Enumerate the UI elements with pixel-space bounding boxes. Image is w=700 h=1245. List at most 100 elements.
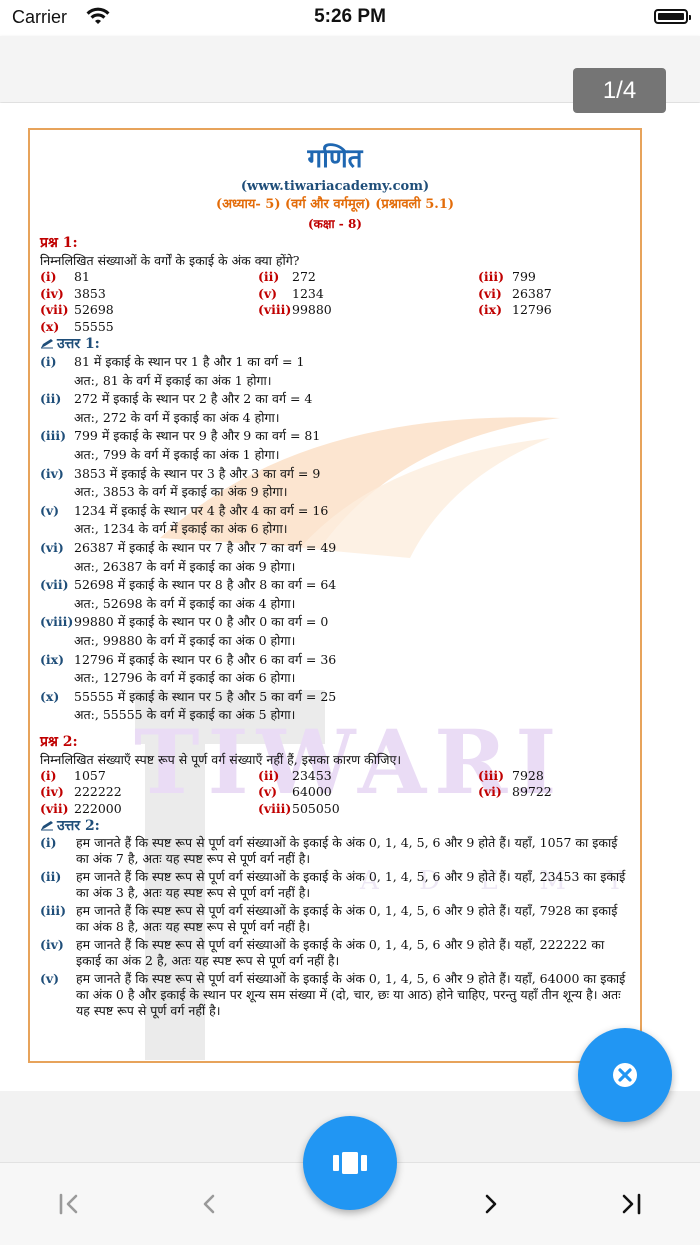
answer-label: (x) [40, 688, 60, 704]
option-label: (ix) [478, 302, 503, 317]
answer-label: (ix) [40, 651, 65, 667]
answer-line: 99880 में इकाई के स्थान पर 0 है और 0 का … [74, 614, 329, 630]
answer-item: (v) 1234 में इकाई के स्थान पर 4 है और 4 क… [40, 502, 630, 539]
option: (vi) 26387 [478, 286, 628, 303]
option: (v) 1234 [258, 286, 478, 303]
answer-line: अत:, 55555 के वर्ग में इकाई का अंक 5 होग… [74, 707, 296, 723]
option-value: 7928 [512, 767, 544, 783]
option: (iv) 222222 [40, 784, 258, 801]
answer-item: (ii) 272 में इकाई के स्थान पर 2 है और 2 क… [40, 390, 630, 427]
answer-2-list: (i) हम जानते हैं कि स्पष्ट रूप से पूर्ण व… [40, 835, 630, 1019]
pdf-page[interactable]: TIWARI A D E M Y गणित (www.tiwariacademy… [0, 103, 700, 1091]
answer-text: हम जानते हैं कि स्पष्ट रूप से पूर्ण वर्ग… [76, 971, 626, 1019]
pages-view-icon [333, 1152, 367, 1174]
next-page-button[interactable] [470, 1186, 510, 1222]
option: (i) 1057 [40, 768, 258, 785]
option-label: (i) [40, 269, 57, 284]
answer-2-heading: उत्तर 2: [40, 817, 630, 835]
option-label: (vii) [40, 302, 69, 317]
option-value: 52698 [74, 302, 114, 317]
answer-item: (viii) 99880 में इकाई के स्थान पर 0 है और… [40, 613, 630, 650]
answer-line: अत:, 3853 के वर्ग में इकाई का अंक 9 होगा… [74, 484, 288, 500]
close-icon [613, 1063, 637, 1087]
option-label: (viii) [258, 800, 292, 816]
answer-label: (iii) [40, 903, 67, 919]
option-value: 99880 [292, 302, 332, 317]
answer-label: (iv) [40, 937, 64, 953]
option: (viii)505050 [258, 801, 478, 818]
answer-label: (iv) [40, 465, 64, 481]
answer-line: अत:, 81 के वर्ग में इकाई का अंक 1 होगा। [74, 372, 272, 388]
answer-item: (i) हम जानते हैं कि स्पष्ट रूप से पूर्ण व… [40, 835, 630, 867]
question-2-text: निम्नलिखित संख्याएँ स्पष्ट रूप से पूर्ण … [40, 751, 402, 767]
option: (i) 81 [40, 269, 258, 286]
option-value: 799 [512, 269, 536, 284]
answer-item: (x) 55555 में इकाई के स्थान पर 5 है और 5 … [40, 688, 630, 725]
answer-item: (vi) 26387 में इकाई के स्थान पर 7 है और 7… [40, 539, 630, 576]
answer-item: (iii) हम जानते हैं कि स्पष्ट रूप से पूर्ण… [40, 903, 630, 935]
chevron-left-icon [203, 1194, 215, 1214]
answer-line: 81 में इकाई के स्थान पर 1 है और 1 का वर्… [74, 354, 305, 369]
answer-label: (ii) [40, 869, 62, 885]
doc-title: गणित [307, 144, 363, 174]
status-bar: Carrier 5:26 PM [0, 0, 700, 36]
answer-label: (i) [40, 835, 57, 851]
option-label: (iii) [478, 767, 505, 783]
answer-line: अत:, 26387 के वर्ग में इकाई का अंक 9 होग… [74, 558, 296, 574]
first-page-icon [59, 1193, 78, 1215]
answer-line: अत:, 99880 के वर्ग में इकाई का अंक 0 होग… [74, 632, 296, 648]
answer-text: हम जानते हैं कि स्पष्ट रूप से पूर्ण वर्ग… [76, 835, 618, 867]
answer-text: हम जानते हैं कि स्पष्ट रूप से पूर्ण वर्ग… [76, 937, 605, 969]
last-page-icon [622, 1193, 641, 1215]
answer-line: अत:, 272 के वर्ग में इकाई का अंक 4 होगा। [74, 409, 280, 425]
answer-label: (iii) [40, 428, 67, 444]
doc-chapter: (अध्याय- 5) (वर्ग और वर्गमूल) (प्रश्नावल… [215, 197, 455, 212]
option-label: (x) [40, 318, 60, 334]
option-value: 1057 [74, 767, 106, 783]
answer-line: अत:, 799 के वर्ग में इकाई का अंक 1 होगा। [74, 446, 280, 462]
pen-icon [41, 821, 53, 831]
option-value: 23453 [292, 767, 332, 783]
view-mode-fab-button[interactable] [303, 1116, 397, 1210]
document-frame: TIWARI A D E M Y गणित (www.tiwariacademy… [28, 128, 642, 1063]
answer-1-heading-text: उत्तर 1: [57, 336, 100, 352]
answer-label: (i) [40, 354, 57, 369]
option: (ii) 23453 [258, 768, 478, 785]
option: (x) 55555 [40, 319, 258, 336]
option-label: (i) [40, 767, 57, 783]
option: (v) 64000 [258, 784, 478, 801]
battery-icon [654, 9, 691, 24]
last-page-button[interactable] [610, 1186, 650, 1222]
answer-1-list: (i) 81 में इकाई के स्थान पर 1 है और 1 का … [40, 353, 630, 725]
answer-item: (iii) 799 में इकाई के स्थान पर 9 है और 9 … [40, 427, 630, 464]
answer-item: (i) 81 में इकाई के स्थान पर 1 है और 1 का … [40, 353, 630, 390]
answer-label: (v) [40, 502, 60, 518]
question-1-options: (i) 81 (ii) 272 (iii) 799 (iv) 3853 (v) 1234 … [40, 269, 630, 335]
answer-item: (ix) 12796 में इकाई के स्थान पर 6 है और 6… [40, 651, 630, 688]
option: (vii) 52698 [40, 302, 258, 319]
option-label: (v) [258, 784, 278, 800]
clock: 5:26 PM [314, 6, 386, 27]
answer-text: हम जानते हैं कि स्पष्ट रूप से पूर्ण वर्ग… [76, 869, 626, 901]
answer-line: 26387 में इकाई के स्थान पर 7 है और 7 का … [74, 539, 337, 555]
option-value: 81 [74, 269, 90, 284]
previous-page-button[interactable] [190, 1186, 230, 1222]
close-fab-button[interactable] [578, 1028, 672, 1122]
option-value: 3853 [74, 285, 106, 301]
option: (ii) 272 [258, 269, 478, 286]
option-value: 272 [292, 269, 316, 284]
option: (vii) 222000 [40, 801, 258, 818]
answer-line: अत:, 52698 के वर्ग में इकाई का अंक 4 होग… [74, 595, 296, 611]
option-value: 1234 [292, 285, 324, 301]
chevron-right-icon [485, 1194, 497, 1214]
option-value: 64000 [292, 784, 332, 800]
answer-line: 12796 में इकाई के स्थान पर 6 है और 6 का … [74, 651, 337, 667]
question-1-heading: प्रश्न 1: [40, 235, 78, 251]
option: (viii)99880 [258, 302, 478, 319]
first-page-button[interactable] [50, 1186, 90, 1222]
question-2-options: (i) 1057 (ii) 23453 (iii) 7928 (iv) 222222 (… [40, 768, 630, 818]
option-label: (vi) [478, 285, 502, 301]
answer-2-heading-text: उत्तर 2: [57, 818, 100, 835]
answer-item: (ii) हम जानते हैं कि स्पष्ट रूप से पूर्ण … [40, 869, 630, 901]
